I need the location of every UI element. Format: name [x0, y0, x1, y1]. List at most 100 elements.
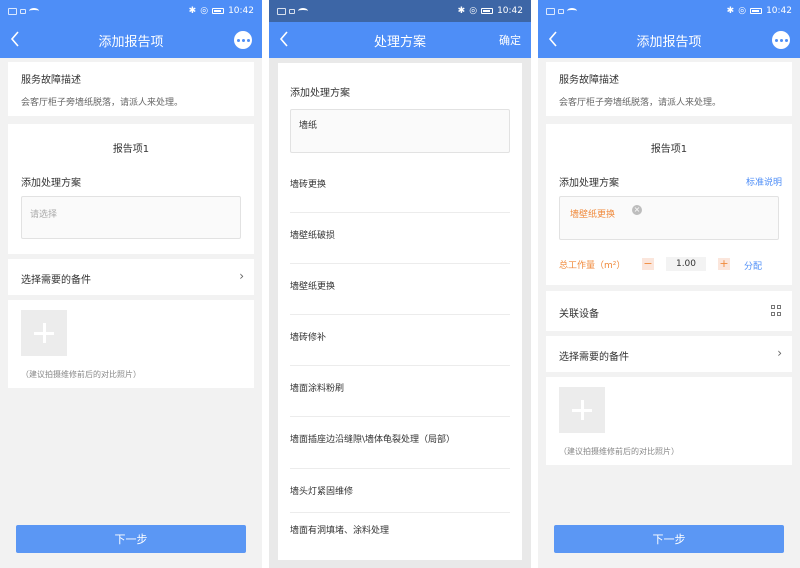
- battery-icon: [750, 8, 763, 14]
- plan-option[interactable]: 墙面涂料粉刷: [290, 381, 510, 403]
- status-time: 10:42: [766, 6, 792, 16]
- back-icon[interactable]: [548, 31, 562, 49]
- photo-card: （建议拍摄维修前后的对比照片）: [546, 377, 792, 465]
- status-bar: ✱ ◎ 10:42: [269, 0, 531, 22]
- plan-select-input[interactable]: 请选择: [21, 196, 241, 239]
- status-left: [546, 7, 577, 15]
- next-button[interactable]: 下一步: [554, 525, 784, 553]
- wifi-icon: [567, 8, 577, 14]
- location-icon: ◎: [738, 6, 747, 16]
- battery-icon: [481, 8, 494, 14]
- status-bar: ✱ ◎ 10:42: [0, 0, 262, 22]
- screen-add-report-item-filled: ✱ ◎ 10:42 添加报告项 服务故障描述 会客厅柜子旁墙纸脱落，请派人来处理…: [538, 0, 800, 568]
- parts-label: 选择需要的备件: [21, 275, 91, 286]
- plan-option[interactable]: 墙面插座边沿缝隙\墙体龟裂处理（局部）: [290, 432, 510, 454]
- selected-plan-tag: 墙壁纸更换: [570, 210, 616, 220]
- page-title: 添加报告项: [636, 34, 702, 50]
- status-time: 10:42: [497, 6, 523, 16]
- signal-icon: [20, 8, 26, 14]
- device-label: 关联设备: [559, 309, 599, 320]
- report-item-card: 报告项1 添加处理方案 标准说明 墙壁纸更换 × 总工作量（m²） − 1.00…: [546, 124, 792, 285]
- back-icon[interactable]: [10, 31, 24, 49]
- location-icon: ◎: [200, 6, 209, 16]
- plan-option[interactable]: 墙砖更换: [290, 177, 510, 199]
- status-left: [277, 7, 308, 15]
- decrement-button[interactable]: −: [642, 258, 654, 270]
- report-item-title: 报告项1: [112, 144, 150, 155]
- divider: [290, 468, 510, 469]
- screen-plan-selection: ✱ ◎ 10:42 处理方案 确定 添加处理方案 墙纸 墙砖更换 墙壁纸破损 墙…: [269, 0, 531, 568]
- status-time: 10:42: [228, 6, 254, 16]
- back-icon[interactable]: [279, 31, 293, 49]
- plan-search-input[interactable]: 墙纸: [290, 109, 510, 153]
- plan-option[interactable]: 墙壁纸更换: [290, 279, 510, 301]
- plan-option[interactable]: 墙面有洞填堵、涂料处理: [290, 523, 510, 545]
- plan-option[interactable]: 墙壁纸破损: [290, 228, 510, 250]
- fault-description-card: 服务故障描述 会客厅柜子旁墙纸脱落，请派人来处理。: [8, 62, 254, 116]
- photo-card: （建议拍摄维修前后的对比照片）: [8, 300, 254, 388]
- plan-search-value: 墙纸: [299, 121, 318, 131]
- signal-icon: [289, 8, 295, 14]
- plan-option[interactable]: 墙砖修补: [290, 330, 510, 352]
- next-button[interactable]: 下一步: [16, 525, 246, 553]
- app-root: ✱ ◎ 10:42 添加报告项 服务故障描述 会客厅柜子旁墙纸脱落，请派人来处理…: [0, 0, 800, 568]
- signal-icon: [558, 8, 564, 14]
- plan-select-input[interactable]: 墙壁纸更换 ×: [559, 196, 779, 240]
- grid-icon[interactable]: [771, 305, 782, 316]
- sim-icon: [277, 7, 286, 15]
- photo-hint: （建议拍摄维修前后的对比照片）: [21, 370, 141, 379]
- status-left: [8, 7, 39, 15]
- fault-title: 服务故障描述: [21, 75, 81, 86]
- report-item-title: 报告项1: [650, 144, 688, 155]
- page-title: 处理方案: [373, 34, 426, 50]
- bluetooth-icon: ✱: [457, 6, 466, 16]
- more-options-icon[interactable]: [772, 31, 790, 49]
- add-plan-label: 添加处理方案: [21, 178, 81, 189]
- nav-bar: 添加报告项: [538, 22, 800, 58]
- workload-label: 总工作量（m²）: [559, 261, 626, 271]
- report-item-card: 报告项1 添加处理方案 请选择: [8, 124, 254, 254]
- workload-input[interactable]: 1.00: [666, 257, 706, 271]
- wifi-icon: [29, 8, 39, 14]
- bluetooth-icon: ✱: [188, 6, 197, 16]
- divider: [290, 365, 510, 366]
- screen-add-report-item-empty: ✱ ◎ 10:42 添加报告项 服务故障描述 会客厅柜子旁墙纸脱落，请派人来处理…: [0, 0, 262, 568]
- status-right: ✱ ◎ 10:42: [189, 6, 254, 16]
- plan-placeholder: 请选择: [30, 210, 58, 220]
- add-plan-label: 添加处理方案: [290, 88, 350, 99]
- sim-icon: [546, 7, 555, 15]
- location-icon: ◎: [469, 6, 478, 16]
- wifi-icon: [298, 8, 308, 14]
- fault-title: 服务故障描述: [559, 75, 619, 86]
- divider: [290, 416, 510, 417]
- standard-link[interactable]: 标准说明: [746, 175, 782, 188]
- plan-option[interactable]: 墙头灯紧固维修: [290, 484, 510, 506]
- more-options-icon[interactable]: [234, 31, 252, 49]
- nav-bar: 处理方案 确定: [269, 22, 531, 58]
- status-right: ✱ ◎ 10:42: [458, 6, 523, 16]
- parts-select-row[interactable]: 选择需要的备件 ›: [546, 336, 792, 372]
- status-bar: ✱ ◎ 10:42: [538, 0, 800, 22]
- add-photo-button[interactable]: [559, 387, 605, 433]
- assign-link[interactable]: 分配: [744, 259, 762, 272]
- parts-select-row[interactable]: 选择需要的备件 ›: [8, 259, 254, 295]
- parts-label: 选择需要的备件: [559, 352, 629, 363]
- chevron-right-icon: ›: [239, 269, 244, 283]
- fault-description: 会客厅柜子旁墙纸脱落，请派人来处理。: [559, 98, 722, 108]
- divider: [290, 512, 510, 513]
- divider: [290, 263, 510, 264]
- add-plan-label: 添加处理方案: [559, 178, 619, 189]
- battery-icon: [212, 8, 225, 14]
- bluetooth-icon: ✱: [726, 6, 735, 16]
- page-title: 添加报告项: [98, 34, 164, 50]
- increment-button[interactable]: +: [718, 258, 730, 270]
- sim-icon: [8, 7, 17, 15]
- related-device-row[interactable]: 关联设备: [546, 291, 792, 331]
- fault-description-card: 服务故障描述 会客厅柜子旁墙纸脱落，请派人来处理。: [546, 62, 792, 116]
- confirm-button[interactable]: 确定: [499, 32, 521, 48]
- chevron-right-icon: ›: [777, 346, 782, 360]
- status-right: ✱ ◎ 10:42: [727, 6, 792, 16]
- add-photo-button[interactable]: [21, 310, 67, 356]
- fault-description: 会客厅柜子旁墙纸脱落，请派人来处理。: [21, 98, 184, 108]
- remove-tag-icon[interactable]: ×: [632, 205, 642, 215]
